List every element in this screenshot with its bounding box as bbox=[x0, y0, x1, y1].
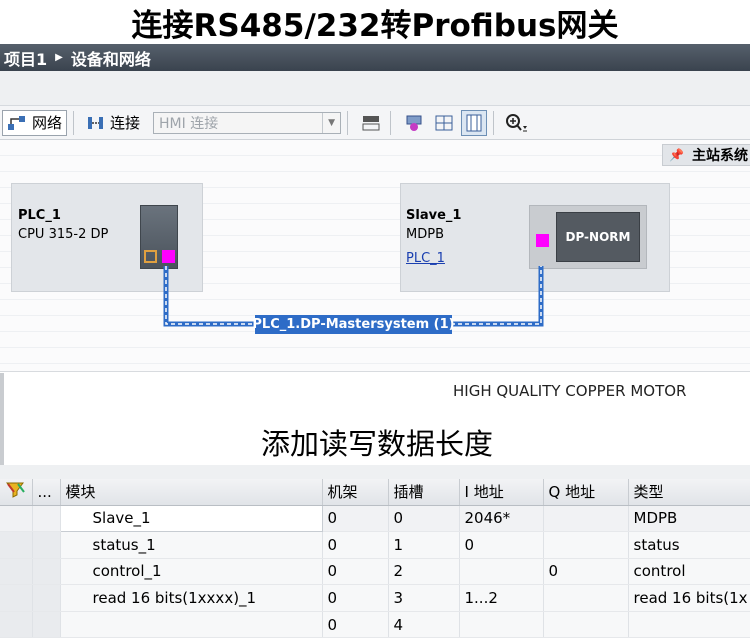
breadcrumb-section[interactable]: 设备和网络 bbox=[71, 46, 151, 70]
toolbar-separator bbox=[73, 110, 75, 135]
type-cell[interactable]: control bbox=[628, 558, 750, 586]
i-address-cell[interactable]: 1...2 bbox=[459, 584, 544, 612]
table-header-row: ... 模块 机架 插槽 I 地址 Q 地址 类型 bbox=[0, 479, 750, 506]
row-gutter[interactable] bbox=[0, 584, 33, 612]
table-view-button[interactable] bbox=[461, 109, 488, 136]
slot-cell[interactable]: 3 bbox=[388, 584, 460, 612]
q-address-cell[interactable] bbox=[543, 611, 629, 639]
row-gutter[interactable] bbox=[0, 558, 33, 586]
connection-type-value: HMI 连接 bbox=[159, 115, 219, 132]
table-top-strip bbox=[0, 465, 750, 479]
show-names-button[interactable] bbox=[358, 110, 384, 136]
type-cell[interactable]: MDPB bbox=[628, 505, 750, 533]
connection-button-label: 连接 bbox=[110, 114, 141, 132]
banner-title: 连接RS485/232转Profibus网关 bbox=[0, 0, 750, 44]
module-cell[interactable]: read 16 bits(1xxxx)_1 bbox=[60, 584, 323, 612]
connection-button[interactable]: 连接 bbox=[82, 110, 145, 136]
network-button-label: 网络 bbox=[32, 114, 63, 132]
network-canvas[interactable]: 📌 主站系统 PLC_1 CPU 315-2 DP Slave_1 MDPB P… bbox=[0, 140, 750, 372]
network-icon bbox=[8, 115, 25, 130]
module-cell[interactable]: control_1 bbox=[60, 558, 323, 586]
breadcrumb-separator-icon: ▶ bbox=[55, 52, 63, 63]
english-caption: HIGH QUALITY COPPER MOTOR bbox=[453, 382, 687, 400]
zoom-in-icon bbox=[506, 113, 528, 131]
column-header-module[interactable]: 模块 bbox=[60, 479, 323, 506]
q-address-cell[interactable] bbox=[543, 505, 629, 533]
table-row[interactable]: 0 4 bbox=[0, 611, 750, 639]
rack-cell[interactable]: 0 bbox=[322, 531, 389, 559]
title-strip bbox=[0, 71, 750, 106]
table-row[interactable]: Slave_1 0 0 2046* MDPB bbox=[0, 504, 750, 533]
type-cell[interactable]: read 16 bits(1x bbox=[628, 584, 750, 612]
connection-type-select[interactable]: HMI 连接 ▼ bbox=[153, 111, 342, 134]
table-row[interactable]: read 16 bits(1xxxx)_1 0 3 1...2 read 16 … bbox=[0, 584, 750, 612]
chinese-caption: 添加读写数据长度 bbox=[260, 427, 493, 461]
column-header-type[interactable]: 类型 bbox=[628, 479, 750, 506]
highlight-button[interactable] bbox=[401, 110, 427, 136]
grid-icon bbox=[435, 115, 453, 130]
table-icon bbox=[466, 114, 482, 131]
module-cell[interactable]: status_1 bbox=[60, 531, 323, 559]
column-header-i-address[interactable]: I 地址 bbox=[459, 479, 544, 506]
profibus-line[interactable] bbox=[0, 140, 750, 372]
i-address-cell[interactable] bbox=[459, 558, 544, 586]
network-view-button[interactable]: 网络 bbox=[2, 109, 68, 136]
grid-view-button[interactable] bbox=[431, 110, 457, 136]
device-overview-table: ... 模块 机架 插槽 I 地址 Q 地址 类型 Slave_1 0 0 20… bbox=[0, 479, 750, 639]
breadcrumb-project[interactable]: 项目1 bbox=[4, 46, 47, 70]
row-gutter[interactable] bbox=[32, 558, 61, 586]
column-header-slot[interactable]: 插槽 bbox=[388, 479, 460, 506]
slot-cell[interactable]: 2 bbox=[388, 558, 460, 586]
rack-cell[interactable]: 0 bbox=[322, 558, 389, 586]
toolbar-separator bbox=[493, 110, 495, 135]
column-header-filter[interactable] bbox=[0, 479, 33, 506]
type-cell[interactable] bbox=[628, 611, 750, 639]
slot-cell[interactable]: 4 bbox=[388, 611, 460, 639]
highlight-icon bbox=[406, 115, 422, 131]
module-cell[interactable]: Slave_1 bbox=[59, 504, 323, 533]
column-header-more[interactable]: ... bbox=[32, 479, 61, 506]
row-gutter[interactable] bbox=[0, 531, 33, 559]
type-cell[interactable]: status bbox=[628, 531, 750, 559]
i-address-cell[interactable] bbox=[459, 611, 544, 639]
toolbar-separator bbox=[347, 110, 349, 135]
row-gutter[interactable] bbox=[0, 505, 33, 533]
slot-cell[interactable]: 0 bbox=[388, 505, 460, 533]
i-address-cell[interactable]: 2046* bbox=[459, 505, 544, 533]
toolbar: 网络 连接 HMI 连接 ▼ bbox=[0, 106, 750, 140]
master-system-bus-label[interactable]: PLC_1.DP-Mastersystem (1) bbox=[252, 315, 455, 334]
name-tag-icon bbox=[362, 115, 380, 130]
i-address-cell[interactable]: 0 bbox=[459, 531, 544, 559]
row-gutter[interactable] bbox=[32, 531, 61, 559]
toolbar-separator bbox=[390, 110, 392, 135]
q-address-cell[interactable] bbox=[543, 531, 629, 559]
filter-icon bbox=[6, 482, 25, 498]
slot-cell[interactable]: 1 bbox=[388, 531, 460, 559]
q-address-cell[interactable]: 0 bbox=[543, 558, 629, 586]
device-overview-table-area: ... 模块 机架 插槽 I 地址 Q 地址 类型 Slave_1 0 0 20… bbox=[0, 465, 750, 642]
q-address-cell[interactable] bbox=[543, 584, 629, 612]
row-gutter[interactable] bbox=[32, 505, 61, 533]
connection-icon bbox=[88, 116, 104, 129]
rack-cell[interactable]: 0 bbox=[322, 584, 389, 612]
table-row[interactable]: status_1 0 1 0 status bbox=[0, 531, 750, 559]
rack-cell[interactable]: 0 bbox=[322, 611, 389, 639]
chevron-down-icon[interactable]: ▼ bbox=[322, 112, 340, 133]
row-gutter[interactable] bbox=[32, 584, 61, 612]
row-gutter[interactable] bbox=[32, 611, 61, 639]
table-row[interactable]: control_1 0 2 0 control bbox=[0, 558, 750, 586]
rack-cell[interactable]: 0 bbox=[322, 505, 389, 533]
caption-area: HIGH QUALITY COPPER MOTOR 添加读写数据长度 bbox=[0, 373, 750, 465]
zoom-button[interactable] bbox=[504, 110, 530, 136]
module-cell[interactable] bbox=[60, 611, 323, 639]
breadcrumb: 项目1 ▶ 设备和网络 bbox=[0, 44, 750, 71]
row-gutter[interactable] bbox=[0, 611, 33, 639]
column-header-rack[interactable]: 机架 bbox=[322, 479, 389, 506]
column-header-q-address[interactable]: Q 地址 bbox=[543, 479, 629, 506]
